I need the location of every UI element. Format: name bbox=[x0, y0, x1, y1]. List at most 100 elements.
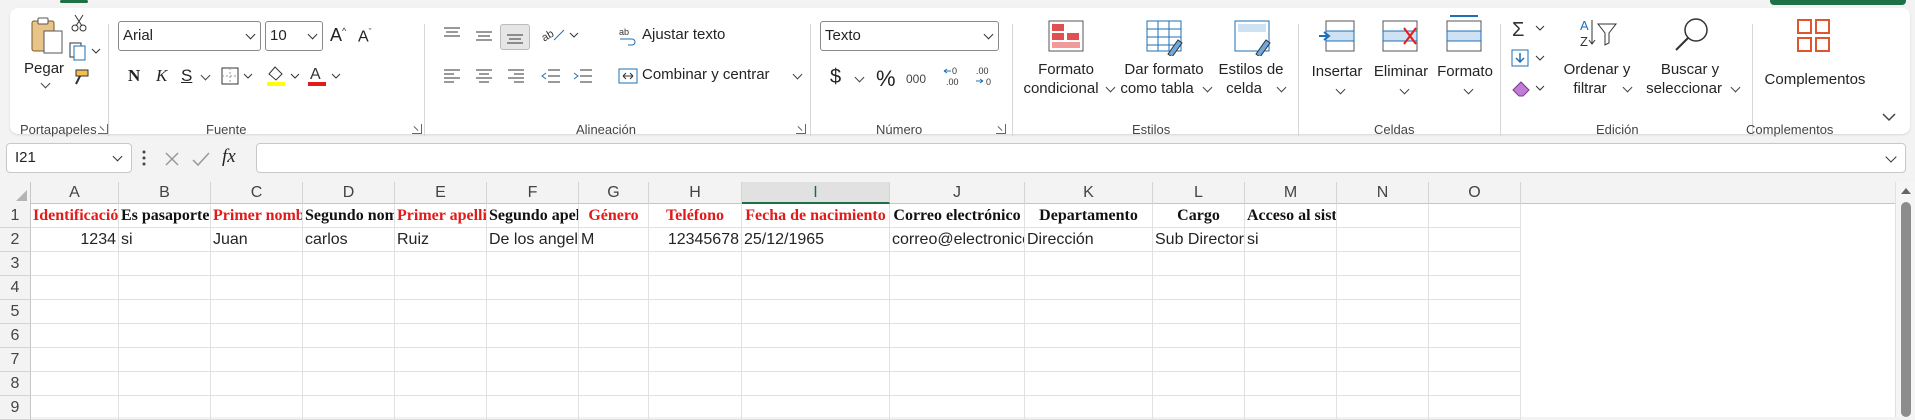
cell-H2[interactable]: 12345678 bbox=[649, 228, 742, 252]
cell-B1[interactable]: Es pasaporte bbox=[119, 204, 211, 228]
align-left-icon[interactable] bbox=[442, 68, 462, 84]
column-header[interactable]: C bbox=[211, 182, 303, 204]
sort-filter-button[interactable]: AZ Ordenar y filtrar bbox=[1556, 16, 1638, 112]
cell-M6[interactable] bbox=[1245, 324, 1337, 348]
format-painter-icon[interactable] bbox=[70, 68, 90, 88]
cell-D7[interactable] bbox=[303, 348, 395, 372]
cell-C8[interactable] bbox=[211, 372, 303, 396]
cell-E3[interactable] bbox=[395, 252, 487, 276]
addins-button[interactable]: Complementos bbox=[1758, 16, 1872, 112]
cell-D1[interactable]: Segundo nombre bbox=[303, 204, 395, 228]
cell-I4[interactable] bbox=[742, 276, 890, 300]
column-header[interactable]: D bbox=[303, 182, 395, 204]
insert-function-icon[interactable]: fx bbox=[222, 146, 236, 168]
cell-A3[interactable] bbox=[31, 252, 119, 276]
name-box[interactable]: I21 bbox=[6, 143, 132, 173]
cell-N6[interactable] bbox=[1337, 324, 1429, 348]
cell-F1[interactable]: Segundo apellido bbox=[487, 204, 579, 228]
alineacion-launcher-icon[interactable] bbox=[796, 124, 806, 134]
cell-D9[interactable] bbox=[303, 396, 395, 420]
cell-O8[interactable] bbox=[1429, 372, 1521, 396]
cell-D4[interactable] bbox=[303, 276, 395, 300]
cell-I3[interactable] bbox=[742, 252, 890, 276]
font-name-select[interactable]: Arial bbox=[118, 21, 261, 51]
cell-K7[interactable] bbox=[1025, 348, 1153, 372]
cell-N3[interactable] bbox=[1337, 252, 1429, 276]
cell-A8[interactable] bbox=[31, 372, 119, 396]
cell-A1[interactable]: Identificación bbox=[31, 204, 119, 228]
row-header[interactable]: 2 bbox=[0, 228, 31, 252]
italic-button[interactable]: K bbox=[156, 66, 167, 86]
align-center-icon[interactable] bbox=[474, 68, 494, 84]
numero-launcher-icon[interactable] bbox=[996, 124, 1006, 134]
cell-B5[interactable] bbox=[119, 300, 211, 324]
cell-L5[interactable] bbox=[1153, 300, 1245, 324]
cell-B8[interactable] bbox=[119, 372, 211, 396]
select-all-button[interactable] bbox=[0, 182, 31, 204]
cell-M9[interactable] bbox=[1245, 396, 1337, 420]
cell-A4[interactable] bbox=[31, 276, 119, 300]
cell-K2[interactable]: Dirección bbox=[1025, 228, 1153, 252]
bold-button[interactable]: N bbox=[128, 66, 140, 86]
cell-K8[interactable] bbox=[1025, 372, 1153, 396]
column-header[interactable]: K bbox=[1025, 182, 1153, 204]
cell-L7[interactable] bbox=[1153, 348, 1245, 372]
cell-G1[interactable]: Género bbox=[579, 204, 649, 228]
cell-E9[interactable] bbox=[395, 396, 487, 420]
column-header[interactable]: A bbox=[31, 182, 119, 204]
align-right-icon[interactable] bbox=[506, 68, 526, 84]
column-header[interactable]: F bbox=[487, 182, 579, 204]
cell-E4[interactable] bbox=[395, 276, 487, 300]
cell-M7[interactable] bbox=[1245, 348, 1337, 372]
cell-O4[interactable] bbox=[1429, 276, 1521, 300]
cell-B4[interactable] bbox=[119, 276, 211, 300]
cell-K6[interactable] bbox=[1025, 324, 1153, 348]
cell-C2[interactable]: Juan bbox=[211, 228, 303, 252]
cell-I8[interactable] bbox=[742, 372, 890, 396]
format-cells-button[interactable]: Formato bbox=[1434, 14, 1496, 112]
row-header[interactable]: 8 bbox=[0, 372, 31, 396]
cell-B6[interactable] bbox=[119, 324, 211, 348]
cell-N4[interactable] bbox=[1337, 276, 1429, 300]
cell-J8[interactable] bbox=[890, 372, 1025, 396]
cell-H6[interactable] bbox=[649, 324, 742, 348]
cell-A2[interactable]: 1234 bbox=[31, 228, 119, 252]
font-size-select[interactable]: 10 bbox=[265, 21, 323, 51]
cell-J4[interactable] bbox=[890, 276, 1025, 300]
cell-I7[interactable] bbox=[742, 348, 890, 372]
cell-E7[interactable] bbox=[395, 348, 487, 372]
expand-formula-icon[interactable] bbox=[1885, 151, 1897, 163]
currency-button[interactable]: $ bbox=[830, 66, 841, 89]
cell-M8[interactable] bbox=[1245, 372, 1337, 396]
cell-D3[interactable] bbox=[303, 252, 395, 276]
cell-K9[interactable] bbox=[1025, 396, 1153, 420]
cut-icon[interactable] bbox=[70, 14, 88, 32]
cell-L8[interactable] bbox=[1153, 372, 1245, 396]
cell-G2[interactable]: M bbox=[579, 228, 649, 252]
cell-B2[interactable]: si bbox=[119, 228, 211, 252]
cell-C9[interactable] bbox=[211, 396, 303, 420]
cell-I9[interactable] bbox=[742, 396, 890, 420]
borders-icon[interactable] bbox=[220, 66, 254, 86]
cell-I2[interactable]: 25/12/1965 bbox=[742, 228, 890, 252]
font-color-icon[interactable]: A bbox=[306, 64, 342, 88]
cell-A5[interactable] bbox=[31, 300, 119, 324]
column-header[interactable]: O bbox=[1429, 182, 1521, 204]
formula-input[interactable] bbox=[256, 143, 1906, 173]
cell-N8[interactable] bbox=[1337, 372, 1429, 396]
cell-E5[interactable] bbox=[395, 300, 487, 324]
cancel-icon[interactable] bbox=[164, 151, 180, 167]
cell-H4[interactable] bbox=[649, 276, 742, 300]
conditional-format-button[interactable]: Formato condicional bbox=[1020, 20, 1116, 112]
cell-L3[interactable] bbox=[1153, 252, 1245, 276]
cell-F4[interactable] bbox=[487, 276, 579, 300]
cell-G5[interactable] bbox=[579, 300, 649, 324]
align-top-icon[interactable] bbox=[442, 26, 462, 42]
column-header[interactable]: G bbox=[579, 182, 649, 204]
decrease-indent-icon[interactable] bbox=[540, 68, 562, 84]
cell-A9[interactable] bbox=[31, 396, 119, 420]
cell-K3[interactable] bbox=[1025, 252, 1153, 276]
cell-J3[interactable] bbox=[890, 252, 1025, 276]
cell-O5[interactable] bbox=[1429, 300, 1521, 324]
cell-styles-button[interactable]: Estilos de celda bbox=[1216, 20, 1287, 112]
